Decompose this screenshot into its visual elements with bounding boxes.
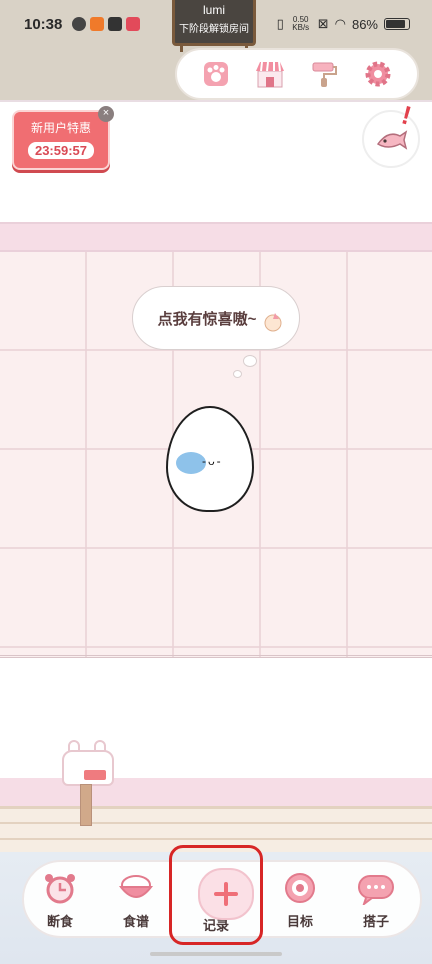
promo-countdown: 23:59:57	[28, 142, 94, 159]
app-notification-icon	[72, 17, 86, 31]
status-right: ▯ 0.50 KB/s ⊠ ◠ 86%	[277, 16, 410, 32]
bench-plank	[0, 838, 432, 840]
status-time: 10:38	[24, 16, 63, 33]
battery-icon	[384, 18, 410, 30]
paint-roller-icon[interactable]	[306, 56, 342, 92]
room-toolbar	[175, 48, 419, 100]
network-speed: 0.50 KB/s	[290, 16, 312, 32]
nav-label: 食谱	[122, 914, 149, 929]
nav-buddies[interactable]: 搭子	[344, 868, 408, 934]
mailbox[interactable]	[62, 736, 114, 786]
mailbox-slot	[84, 770, 106, 780]
app-notification-icon	[126, 17, 140, 31]
speech-text: 点我有惊喜嗷~	[157, 310, 257, 328]
mail-notification-icon	[108, 17, 122, 31]
paw-icon[interactable]	[198, 56, 234, 92]
sim-icon: ⊠	[317, 16, 329, 31]
nav-recipes[interactable]: 食谱	[104, 868, 168, 934]
nav-label: 搭子	[362, 914, 389, 929]
wifi-icon: ◠	[334, 16, 346, 31]
battery-fill	[386, 20, 405, 28]
rice-bowl-icon	[116, 868, 156, 908]
speed-unit: KB/s	[292, 23, 310, 32]
shop-icon[interactable]	[252, 56, 288, 92]
nav-label: 断食	[46, 914, 73, 929]
pet-name: lumi	[202, 3, 225, 17]
battery-percent: 86%	[351, 16, 378, 32]
notification-icons	[72, 17, 140, 31]
bench-plank	[0, 822, 432, 824]
bubble-dot	[243, 355, 257, 367]
new-user-promo[interactable]: 新用户特惠 23:59:57 ×	[12, 106, 114, 170]
chat-bubble-icon	[356, 868, 396, 908]
speech-bubble[interactable]: 点我有惊喜嗷~	[132, 286, 300, 350]
nav-goals[interactable]: 目标	[268, 868, 332, 934]
sign-subtitle: 下阶段解锁房间	[179, 24, 249, 35]
target-icon	[280, 868, 320, 908]
mailbox-post	[80, 784, 92, 826]
app-notification-icon	[90, 17, 104, 31]
wall-trim	[0, 222, 432, 252]
bubble-dot	[233, 370, 242, 378]
room-sign[interactable]: lumi 下阶段解锁房间	[172, 0, 256, 46]
promo-title: 新用户特惠	[30, 121, 91, 135]
sign-leg	[180, 46, 183, 52]
gear-icon[interactable]	[360, 56, 396, 92]
close-icon[interactable]: ×	[98, 106, 114, 122]
record-highlight-box	[169, 845, 263, 945]
home-indicator[interactable]	[150, 952, 282, 956]
vibrate-icon: ▯	[276, 16, 284, 31]
nav-label: 目标	[286, 914, 313, 929]
feed-fish-button[interactable]	[362, 110, 420, 168]
nav-fasting[interactable]: 断食	[28, 868, 92, 934]
alarm-clock-icon	[40, 868, 80, 908]
pet-face: -ᴗ-	[202, 454, 223, 468]
mailbox-body	[62, 750, 114, 786]
gift-icon	[264, 313, 282, 332]
